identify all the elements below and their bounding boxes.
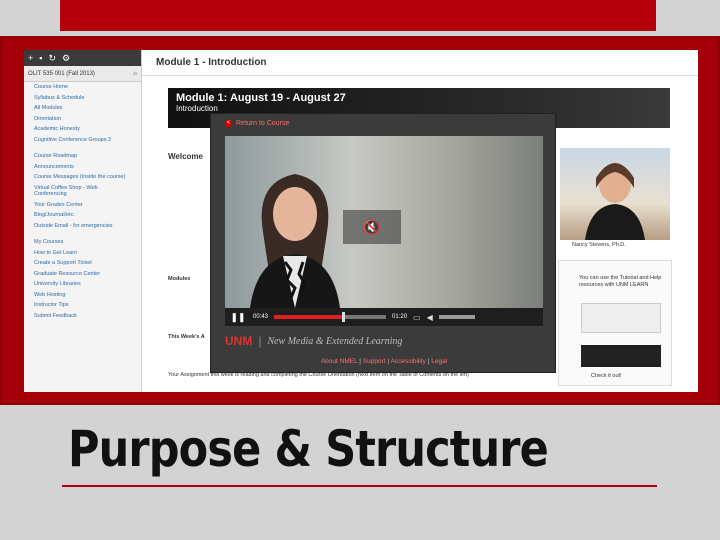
sidebar-item[interactable]: Academic Honesty bbox=[24, 124, 141, 135]
banner-title: Module 1: August 19 - August 27 bbox=[176, 92, 346, 104]
sidebar-item[interactable]: Course Messages (Inside the course) bbox=[24, 172, 141, 183]
sidebar-list: My Courses How to Get Learn Create a Suppo… bbox=[24, 237, 141, 321]
screenshot-frame: + ▪ ↻ ⚙ OLIT 535 001 (Fall 2013) ⌂ Cours… bbox=[0, 36, 720, 405]
fullscreen-icon[interactable]: ▭ bbox=[413, 313, 421, 322]
footer-link[interactable]: About NMEL bbox=[321, 358, 358, 365]
add-icon[interactable]: + bbox=[28, 50, 33, 66]
video-frame[interactable]: 🔇 bbox=[225, 136, 543, 308]
pause-button[interactable]: ❚❚ bbox=[229, 312, 247, 323]
sidebar-item[interactable]: Cognitive Conference Groups 2 bbox=[24, 135, 141, 146]
unm-logo: UNM bbox=[225, 334, 253, 348]
folder-icon[interactable]: ▪ bbox=[39, 50, 42, 66]
sidebar-course-header[interactable]: OLIT 535 001 (Fall 2013) ⌂ bbox=[24, 66, 141, 82]
title-underline bbox=[62, 485, 657, 487]
sidebar-item[interactable]: My Courses bbox=[24, 237, 141, 248]
volume-slider[interactable] bbox=[438, 315, 475, 319]
sidebar-item[interactable]: Your Grades Center bbox=[24, 200, 141, 211]
seek-handle[interactable] bbox=[342, 312, 346, 322]
unm-tagline: New Media & Extended Learning bbox=[267, 335, 403, 347]
sidebar-item[interactable]: Orientation bbox=[24, 114, 141, 125]
volume-icon[interactable]: ◀ bbox=[427, 313, 433, 322]
sidebar-item[interactable]: Announcements bbox=[24, 162, 141, 173]
sidebar-list: Course Home Syllabus & Schedule All Module… bbox=[24, 82, 141, 145]
sidebar-item[interactable]: Web Hosting bbox=[24, 290, 141, 301]
banner-subtitle: Introduction bbox=[176, 104, 218, 113]
sidebar-item[interactable]: Graduate Resource Center bbox=[24, 269, 141, 280]
sidebar-item[interactable]: Course Home bbox=[24, 82, 141, 93]
help-resources-box: You can use the Tutorial and Help resour… bbox=[558, 260, 672, 386]
sidebar-item[interactable]: Outside Email - for emergencies bbox=[24, 221, 141, 232]
check-it-out-link[interactable]: Check it out! bbox=[591, 373, 622, 380]
home-icon[interactable]: ⌂ bbox=[133, 71, 137, 77]
sidebar-item[interactable]: Syllabus & Schedule bbox=[24, 93, 141, 104]
current-time: 00:43 bbox=[253, 314, 269, 320]
assignment-text: Your Assignment this week is reading and… bbox=[168, 372, 469, 378]
footer-link[interactable]: Support bbox=[363, 358, 386, 365]
course-title: OLIT 535 001 (Fall 2013) bbox=[28, 70, 95, 77]
lms-screenshot: + ▪ ↻ ⚙ OLIT 535 001 (Fall 2013) ⌂ Cours… bbox=[24, 50, 698, 392]
back-icon: < bbox=[225, 120, 232, 127]
sidebar-item[interactable]: Create a Support Ticket bbox=[24, 258, 141, 269]
sidebar-toolbar: + ▪ ↻ ⚙ bbox=[24, 50, 141, 66]
welcome-heading: Welcome bbox=[168, 152, 203, 161]
footer-link[interactable]: Legal bbox=[431, 358, 447, 365]
course-sidebar: + ▪ ↻ ⚙ OLIT 535 001 (Fall 2013) ⌂ Cours… bbox=[24, 50, 142, 392]
sidebar-item[interactable]: University Libraries bbox=[24, 279, 141, 290]
modules-heading: Modules bbox=[168, 276, 191, 282]
sidebar-list: Course Roadmap Announcements Course Messag… bbox=[24, 151, 141, 231]
unm-branding: UNM | New Media & Extended Learning bbox=[225, 334, 403, 348]
settings-icon[interactable]: ⚙ bbox=[62, 50, 70, 66]
video-player: < Return to Course 🔇 ❚❚ 00:43 01:20 ▭ ◀ … bbox=[210, 113, 556, 373]
sidebar-item[interactable]: Course Roadmap bbox=[24, 151, 141, 162]
footer-link[interactable]: Accessibility bbox=[391, 358, 426, 365]
instructor-photo bbox=[560, 148, 670, 240]
this-week-heading: This Week's A bbox=[168, 334, 205, 340]
seek-bar[interactable] bbox=[274, 312, 387, 322]
return-to-course-link[interactable]: < Return to Course bbox=[225, 120, 289, 127]
refresh-icon[interactable]: ↻ bbox=[48, 50, 56, 66]
sidebar-item[interactable]: All Modules bbox=[24, 103, 141, 114]
footer-links: About NMEL | Support | Accessibility | L… bbox=[320, 358, 448, 365]
slide-title: Purpose & Structure bbox=[68, 420, 549, 478]
sidebar-item[interactable]: How to Get Learn bbox=[24, 248, 141, 259]
seek-progress bbox=[274, 315, 344, 319]
sidebar-item[interactable]: Submit Feedback bbox=[24, 311, 141, 322]
sidebar-item[interactable]: Virtual Coffee Shop - Web Conferencing bbox=[24, 183, 141, 200]
sidebar-item[interactable]: Blog/Journal/etc. bbox=[24, 210, 141, 221]
sidebar-item[interactable]: Instructor Tips bbox=[24, 300, 141, 311]
muted-indicator[interactable]: 🔇 bbox=[343, 210, 401, 244]
video-controls: ❚❚ 00:43 01:20 ▭ ◀ bbox=[225, 308, 543, 326]
page-title: Module 1 - Introduction bbox=[142, 50, 698, 76]
photo-caption: Nancy Stevens, Ph.D. bbox=[572, 242, 626, 248]
total-time: 01:20 bbox=[392, 314, 408, 320]
slide: + ▪ ↻ ⚙ OLIT 535 001 (Fall 2013) ⌂ Cours… bbox=[0, 0, 720, 540]
top-accent-bar bbox=[60, 0, 656, 31]
